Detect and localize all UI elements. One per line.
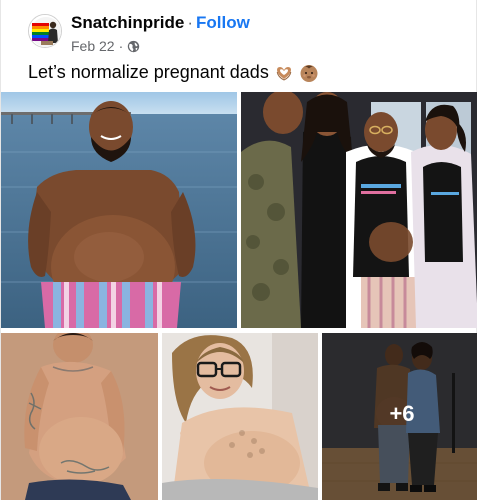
meta-separator: · [118,38,124,54]
author-avatar[interactable] [28,14,62,48]
post-photo-2[interactable] [241,92,477,328]
post-date[interactable]: Feb 22 [71,38,115,54]
post-photo-1[interactable] [1,92,237,328]
photo-tattoo-image [1,333,158,500]
more-photos-count: +6 [389,400,415,426]
globe-icon[interactable] [127,40,140,53]
header-separator: · [187,13,194,32]
photo-group-image [241,92,477,328]
heart-hands-emoji [276,66,292,80]
follow-button[interactable]: Follow [196,13,250,32]
post-text-row: Let’s normalize pregnant dads [28,62,319,83]
more-photos-overlay[interactable]: +6 [322,333,477,500]
post-meta: Feb 22 · [71,38,140,54]
post-photo-5[interactable]: +6 [322,333,477,500]
post-photo-4[interactable] [162,333,318,500]
post-header: Snatchinpride · Follow [71,13,250,33]
avatar-image [29,15,61,47]
photo-beach-image [1,92,237,328]
baby-emoji [300,64,318,82]
post-text: Let’s normalize pregnant dads [28,62,269,82]
facebook-post-card: Snatchinpride · Follow Feb 22 · Let’s norm… [0,0,477,500]
author-name[interactable]: Snatchinpride [71,13,184,32]
post-photo-3[interactable] [1,333,158,500]
photo-glasses-image [162,333,318,500]
